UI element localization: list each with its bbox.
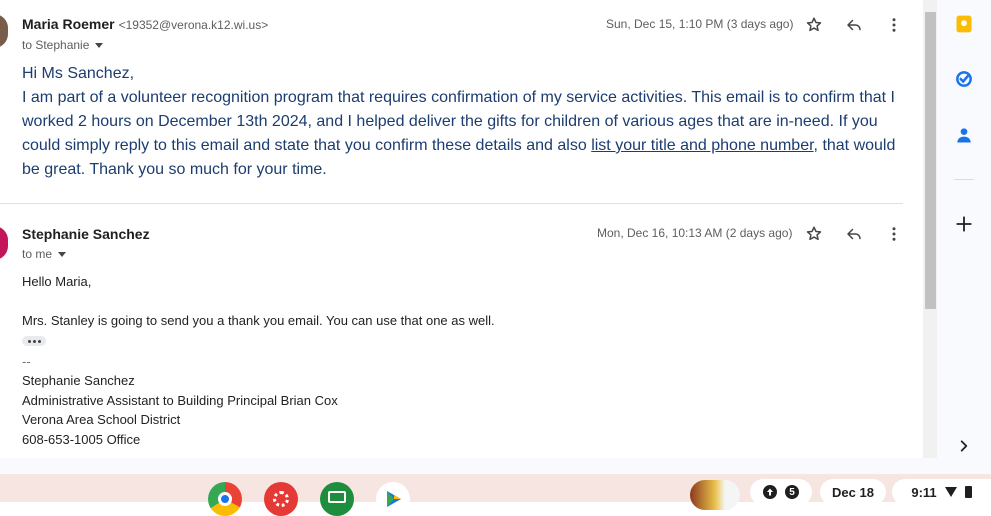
message-body: Hi Ms Sanchez, I am part of a volunteer …	[22, 62, 902, 182]
status-tray[interactable]: 9:11	[892, 479, 991, 505]
date-label: Dec 18	[832, 484, 874, 500]
battery-icon	[964, 486, 972, 498]
email-thread: Maria Roemer <19352@verona.k12.wi.us> to …	[0, 0, 923, 458]
reply-icon[interactable]	[843, 223, 865, 245]
message-divider	[0, 203, 903, 204]
contacts-icon[interactable]	[952, 123, 976, 147]
recipient-details-toggle[interactable]: to Stephanie	[22, 38, 104, 52]
signature-separator: --	[22, 354, 31, 369]
greeting: Hello Maria,	[22, 274, 92, 289]
wifi-icon	[944, 487, 957, 497]
classroom-icon[interactable]	[320, 482, 354, 516]
sender-email: <19352@verona.k12.wi.us>	[118, 18, 269, 32]
caret-down-icon	[95, 42, 104, 48]
play-store-icon[interactable]	[376, 482, 410, 516]
recipient-details-toggle[interactable]: to me	[22, 247, 67, 261]
star-icon[interactable]	[803, 223, 825, 245]
bottom-gap	[0, 458, 937, 474]
sender-avatar[interactable]	[0, 14, 8, 48]
chrome-icon[interactable]	[208, 482, 242, 516]
scrollbar-thumb[interactable]	[925, 12, 936, 309]
more-options-icon[interactable]	[883, 223, 905, 245]
message-date: Sun, Dec 15, 1:10 PM (3 days ago)	[606, 17, 794, 31]
reply-icon[interactable]	[843, 14, 865, 36]
show-trimmed-content-button[interactable]	[22, 336, 46, 346]
more-options-icon[interactable]	[883, 14, 905, 36]
add-icon[interactable]	[952, 212, 976, 236]
body-line: Mrs. Stanley is going to send you a than…	[22, 313, 495, 328]
tasks-icon[interactable]	[952, 67, 976, 91]
body-paragraph: I am part of a volunteer recognition pro…	[22, 89, 896, 178]
date-pill[interactable]: Dec 18	[820, 479, 886, 505]
signature-org: Verona Area School District	[22, 412, 181, 427]
signature-name: Stephanie Sanchez	[22, 373, 135, 388]
sender-name: Maria Roemer <19352@verona.k12.wi.us>	[22, 16, 269, 32]
star-icon[interactable]	[803, 14, 825, 36]
signature-title: Administrative Assistant to Building Pri…	[22, 393, 338, 408]
greeting: Hi Ms Sanchez,	[22, 65, 135, 82]
side-panel-divider	[954, 179, 974, 180]
body-link[interactable]: list your title and phone number	[591, 137, 813, 154]
recipient-label: to me	[22, 247, 53, 261]
sender-name: Stephanie Sanchez	[22, 226, 150, 242]
notification-tray[interactable]: 5	[750, 479, 812, 505]
user-avatar[interactable]	[690, 480, 740, 510]
caret-down-icon	[58, 251, 67, 257]
canvas-icon[interactable]	[264, 482, 298, 516]
clock-label: 9:11	[911, 484, 937, 500]
upload-icon	[763, 485, 777, 499]
message-date: Mon, Dec 16, 10:13 AM (2 days ago)	[597, 226, 793, 240]
recipient-label: to Stephanie	[22, 38, 90, 52]
keep-icon[interactable]	[952, 12, 976, 36]
signature-phone: 608-653-1005 Office	[22, 432, 141, 447]
sender-avatar[interactable]	[0, 226, 8, 260]
notification-count-badge: 5	[785, 485, 799, 499]
expand-chevron-icon[interactable]	[952, 434, 976, 458]
